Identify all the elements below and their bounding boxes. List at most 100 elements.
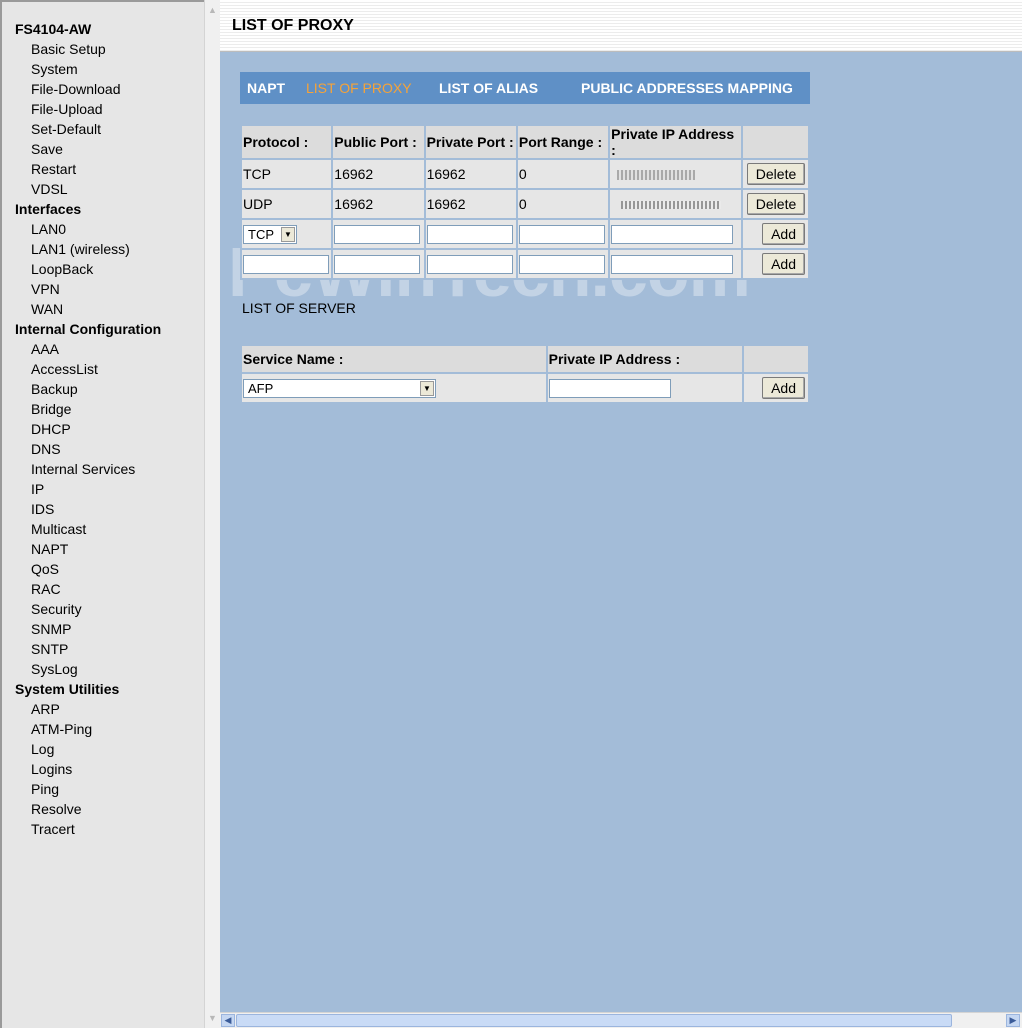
cell-protocol: TCP: [242, 160, 332, 188]
delete-button[interactable]: Delete: [746, 193, 806, 215]
protocol-select[interactable]: TCP ▼: [243, 224, 297, 244]
public-port-input[interactable]: [334, 224, 421, 244]
tab-public-addresses-mapping[interactable]: PUBLIC ADDRESSES MAPPING: [581, 80, 793, 96]
cell-private-port: 16962: [425, 160, 516, 188]
nav-security[interactable]: Security: [31, 601, 82, 617]
nav-backup[interactable]: Backup: [31, 381, 78, 397]
cell-private-ip-redacted: [610, 160, 742, 188]
tab-list-of-proxy[interactable]: LIST OF PROXY: [306, 80, 412, 96]
server-table-header: Service Name : Private IP Address :: [242, 346, 808, 372]
service-name-select[interactable]: AFP ▼: [243, 378, 436, 398]
nav-save[interactable]: Save: [31, 141, 63, 157]
col-server-private-ip: Private IP Address :: [547, 346, 742, 372]
col-private-ip: Private IP Address :: [610, 126, 742, 158]
nav-bridge[interactable]: Bridge: [31, 401, 71, 417]
cell-action: Add: [743, 374, 808, 402]
proxy-table-header: Protocol : Public Port : Private Port : …: [242, 126, 808, 158]
table-row: AFP ▼ Add: [242, 374, 808, 402]
add-server-button[interactable]: Add: [762, 377, 805, 399]
tab-napt[interactable]: NAPT: [247, 80, 285, 96]
cell-input: [547, 374, 742, 402]
nav-dhcp[interactable]: DHCP: [31, 421, 71, 437]
nav-file-download[interactable]: File-Download: [31, 81, 120, 97]
extra-input[interactable]: [426, 254, 513, 274]
nav-group-internal-configuration: Internal Configuration: [15, 321, 162, 337]
chevron-down-icon[interactable]: ▼: [281, 226, 295, 242]
nav-log[interactable]: Log: [31, 741, 54, 757]
scroll-thumb[interactable]: [236, 1014, 952, 1027]
extra-proxy-row: Add: [242, 250, 808, 278]
cell-public-port: 16962: [333, 190, 424, 218]
nav-aaa[interactable]: AAA: [31, 341, 59, 357]
nav-lan1-wireless[interactable]: LAN1 (wireless): [31, 241, 130, 257]
cell-input: [517, 250, 609, 278]
nav-multicast[interactable]: Multicast: [31, 521, 86, 537]
nav-vpn[interactable]: VPN: [31, 281, 60, 297]
nav-wan[interactable]: WAN: [31, 301, 63, 317]
add-button[interactable]: Add: [762, 253, 805, 275]
server-table: Service Name : Private IP Address : AFP ▼…: [240, 344, 810, 404]
cell-input: [610, 220, 742, 248]
scroll-right-arrow-icon[interactable]: ▶: [1006, 1014, 1020, 1027]
nav-ping[interactable]: Ping: [31, 781, 59, 797]
cell-action: Add: [743, 220, 808, 248]
nav-dns[interactable]: DNS: [31, 441, 61, 457]
horizontal-scrollbar[interactable]: ◀ ▶: [220, 1012, 1022, 1028]
nav-snmp[interactable]: SNMP: [31, 621, 71, 637]
left-scrollbar[interactable]: ▲ ▼: [204, 0, 220, 1028]
nav-atm-ping[interactable]: ATM-Ping: [31, 721, 92, 737]
nav-logins[interactable]: Logins: [31, 761, 72, 777]
chevron-down-icon[interactable]: ▼: [420, 380, 434, 396]
nav-sntp[interactable]: SNTP: [31, 641, 68, 657]
port-range-input[interactable]: [518, 224, 605, 244]
cell-port-range: 0: [517, 160, 609, 188]
server-private-ip-input[interactable]: [548, 378, 671, 398]
private-ip-input[interactable]: [611, 224, 734, 244]
nav-accesslist[interactable]: AccessList: [31, 361, 98, 377]
nav-qos[interactable]: QoS: [31, 561, 59, 577]
nav-internal-services[interactable]: Internal Services: [31, 461, 135, 477]
scroll-up-arrow-icon[interactable]: ▲: [206, 3, 219, 17]
scroll-left-arrow-icon[interactable]: ◀: [221, 1014, 235, 1027]
cell-input: [610, 250, 742, 278]
nav-napt[interactable]: NAPT: [31, 541, 68, 557]
nav-ids[interactable]: IDS: [31, 501, 54, 517]
cell-public-port: 16962: [333, 160, 424, 188]
cell-action: Delete: [743, 160, 808, 188]
extra-input[interactable]: [611, 254, 734, 274]
nav-lan0[interactable]: LAN0: [31, 221, 66, 237]
col-private-port: Private Port :: [425, 126, 516, 158]
extra-input[interactable]: [518, 254, 605, 274]
nav-tracert[interactable]: Tracert: [31, 821, 75, 837]
cell-port-range: 0: [517, 190, 609, 218]
nav-vdsl[interactable]: VDSL: [31, 181, 68, 197]
nav-syslog[interactable]: SysLog: [31, 661, 78, 677]
scroll-down-arrow-icon[interactable]: ▼: [206, 1011, 219, 1025]
nav-system[interactable]: System: [31, 61, 78, 77]
extra-input[interactable]: [243, 254, 329, 274]
protocol-select-value: TCP: [248, 226, 274, 242]
add-proxy-button[interactable]: Add: [762, 223, 805, 245]
redacted-ip: [621, 201, 722, 210]
tab-bar: NAPT LIST OF PROXY LIST OF ALIAS PUBLIC …: [240, 72, 810, 104]
cell-action: Delete: [743, 190, 808, 218]
table-row: TCP 16962 16962 0 Delete: [242, 160, 808, 188]
device-title: FS4104-AW: [15, 21, 92, 37]
nav-arp[interactable]: ARP: [31, 701, 60, 717]
nav-set-default[interactable]: Set-Default: [31, 121, 101, 137]
nav-restart[interactable]: Restart: [31, 161, 76, 177]
col-service-name: Service Name :: [242, 346, 546, 372]
cell-input: [425, 250, 516, 278]
col-port-range: Port Range :: [517, 126, 609, 158]
nav-loopback[interactable]: LoopBack: [31, 261, 93, 277]
extra-input[interactable]: [334, 254, 421, 274]
nav-resolve[interactable]: Resolve: [31, 801, 82, 817]
nav-rac[interactable]: RAC: [31, 581, 61, 597]
nav-ip[interactable]: IP: [31, 481, 44, 497]
list-of-server-label: LIST OF SERVER: [242, 300, 356, 316]
tab-list-of-alias[interactable]: LIST OF ALIAS: [439, 80, 538, 96]
private-port-input[interactable]: [426, 224, 513, 244]
nav-file-upload[interactable]: File-Upload: [31, 101, 103, 117]
nav-basic-setup[interactable]: Basic Setup: [31, 41, 106, 57]
delete-button[interactable]: Delete: [746, 163, 806, 185]
